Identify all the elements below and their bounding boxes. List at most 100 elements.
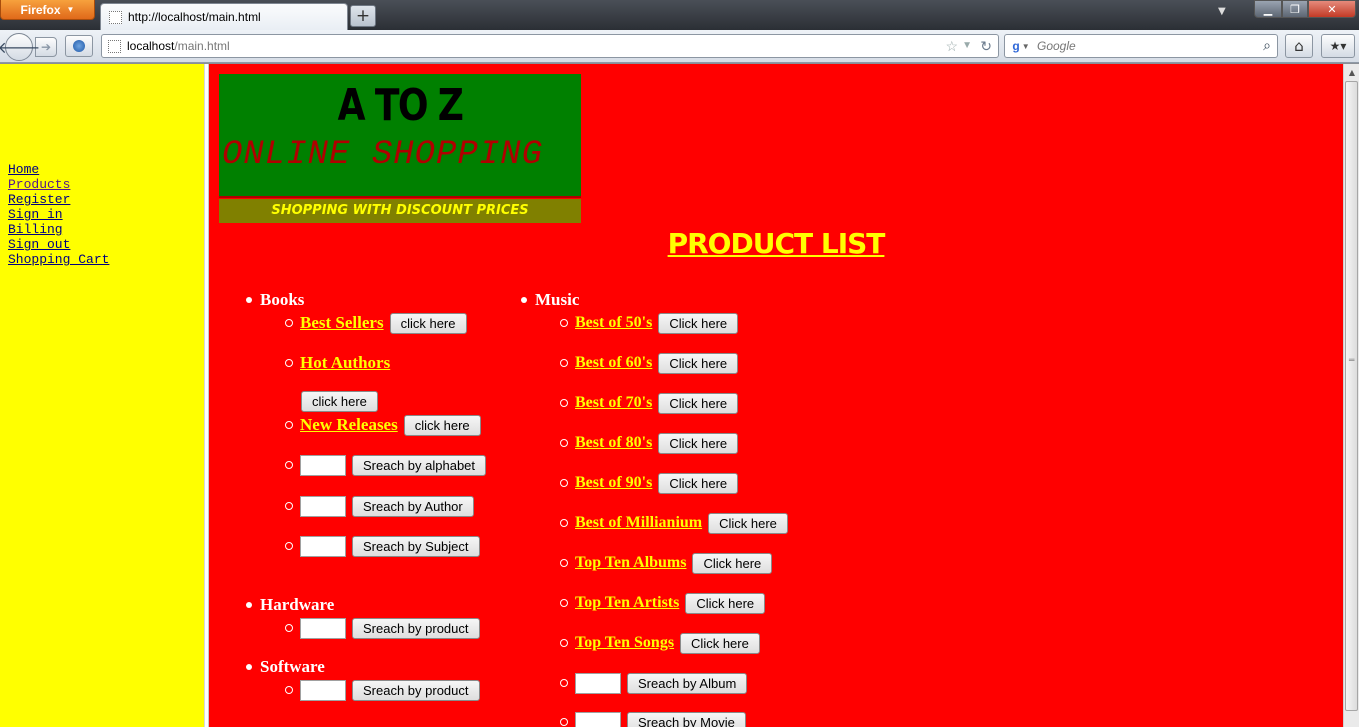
album-search-input[interactable] bbox=[575, 672, 621, 694]
back-button[interactable]: 🡐 bbox=[0, 33, 40, 61]
tab-title: http://localhost/main.html bbox=[128, 10, 261, 24]
list-item: click here bbox=[301, 390, 378, 412]
page-title: PRODUCT LIST bbox=[667, 227, 886, 260]
top-ten-artists-link[interactable]: Top Ten Artists bbox=[575, 594, 679, 612]
scrollbar-thumb[interactable]: ═ bbox=[1345, 81, 1358, 711]
globe-icon bbox=[73, 40, 85, 52]
best-of-70s-link[interactable]: Best of 70's bbox=[575, 394, 652, 412]
home-button[interactable]: ⌂ bbox=[1285, 34, 1313, 58]
sidebar-item-home[interactable]: Home bbox=[8, 162, 109, 177]
search-by-subject-button[interactable]: Sreach by Subject bbox=[352, 535, 480, 557]
sidebar-item-billing[interactable]: Billing bbox=[8, 222, 109, 237]
best-of-70s-button[interactable]: Click here bbox=[658, 392, 739, 414]
bookmarks-button[interactable]: ★▾ bbox=[1321, 34, 1355, 58]
star-icon[interactable]: ☆ bbox=[945, 38, 958, 55]
list-item: Top Ten Albums Click here bbox=[559, 552, 773, 574]
category-hardware: Hardware bbox=[245, 595, 335, 614]
software-search-input[interactable] bbox=[300, 679, 346, 701]
browser-tab[interactable]: http://localhost/main.html bbox=[100, 3, 348, 30]
best-of-60s-link[interactable]: Best of 60's bbox=[575, 354, 652, 372]
search-icon[interactable]: ⌕ bbox=[1263, 37, 1271, 54]
sidebar-frame: Home Products Register Sign in Billing S… bbox=[0, 64, 204, 727]
minimize-button[interactable]: ▁ bbox=[1254, 0, 1282, 18]
subject-search-input[interactable] bbox=[300, 535, 346, 557]
sidebar-item-sign-in[interactable]: Sign in bbox=[8, 207, 109, 222]
best-of-90s-button[interactable]: Click here bbox=[658, 472, 739, 494]
list-item: Sreach by Subject bbox=[285, 535, 480, 557]
best-of-60s-button[interactable]: Click here bbox=[658, 352, 739, 374]
url-bar[interactable]: localhost/main.html ☆ ▼ ↻ bbox=[101, 34, 999, 58]
list-item: Sreach by product bbox=[285, 617, 480, 639]
url-path: /main.html bbox=[174, 39, 230, 53]
best-of-millianium-link[interactable]: Best of Millianium bbox=[575, 514, 702, 532]
bookmarks-icon: ★▾ bbox=[1329, 39, 1347, 53]
hardware-search-input[interactable] bbox=[300, 617, 346, 639]
top-ten-albums-link[interactable]: Top Ten Albums bbox=[575, 554, 686, 572]
list-item: Sreach by product bbox=[285, 679, 480, 701]
scroll-up-icon[interactable]: ▲ bbox=[1344, 64, 1359, 81]
banner-title: A TO Z bbox=[337, 80, 464, 131]
best-of-80s-link[interactable]: Best of 80's bbox=[575, 434, 652, 452]
top-ten-songs-link[interactable]: Top Ten Songs bbox=[575, 634, 674, 652]
category-music: Music bbox=[520, 290, 580, 309]
chevron-down-icon: ▼ bbox=[66, 5, 75, 14]
list-all-tabs-icon[interactable]: ▼ bbox=[1218, 6, 1226, 17]
alphabet-search-input[interactable] bbox=[300, 454, 346, 476]
close-icon: ✕ bbox=[1327, 2, 1337, 16]
hot-authors-link[interactable]: Hot Authors bbox=[300, 353, 390, 373]
list-item: Best of 90's Click here bbox=[559, 472, 739, 494]
top-ten-songs-button[interactable]: Click here bbox=[680, 632, 760, 654]
top-ten-albums-button[interactable]: Click here bbox=[692, 552, 773, 574]
arrow-right-icon: ➔ bbox=[40, 40, 52, 54]
list-item: Best of 70's Click here bbox=[559, 392, 739, 414]
search-by-alphabet-button[interactable]: Sreach by alphabet bbox=[352, 454, 487, 476]
movie-search-input[interactable] bbox=[575, 711, 621, 727]
best-of-millianium-button[interactable]: Click here bbox=[708, 512, 788, 534]
list-item: Top Ten Artists Click here bbox=[559, 592, 766, 614]
page-viewport: Home Products Register Sign in Billing S… bbox=[0, 64, 1343, 727]
minimize-icon: ▁ bbox=[1263, 2, 1273, 16]
search-by-author-button[interactable]: Sreach by Author bbox=[352, 495, 474, 517]
main-frame: A TO Z ONLINE SHOPPING SHOPPING WITH DIS… bbox=[209, 64, 1343, 727]
plus-icon: + bbox=[355, 6, 371, 26]
back-forward-group: ➔ 🡐 bbox=[0, 33, 57, 61]
reload-icon[interactable]: ↻ bbox=[980, 38, 992, 55]
best-sellers-link[interactable]: Best Sellers bbox=[300, 313, 384, 333]
page-icon bbox=[109, 10, 122, 24]
hot-authors-button[interactable]: click here bbox=[301, 390, 378, 412]
best-sellers-button[interactable]: click here bbox=[389, 312, 467, 334]
best-of-80s-button[interactable]: Click here bbox=[658, 432, 739, 454]
sidebar-item-products[interactable]: Products bbox=[8, 177, 109, 192]
sidebar-item-register[interactable]: Register bbox=[8, 192, 109, 207]
grip-icon: ═ bbox=[1349, 356, 1355, 366]
best-of-90s-link[interactable]: Best of 90's bbox=[575, 474, 652, 492]
search-engine-button[interactable]: g ▼ bbox=[1005, 35, 1037, 57]
new-tab-button[interactable]: + bbox=[350, 5, 376, 27]
sidebar-item-shopping-cart[interactable]: Shopping Cart bbox=[8, 252, 109, 267]
list-item: Sreach by Album bbox=[559, 672, 748, 694]
new-releases-button[interactable]: click here bbox=[403, 414, 481, 436]
best-of-50s-link[interactable]: Best of 50's bbox=[575, 314, 652, 332]
vertical-scrollbar[interactable]: ▲ ═ bbox=[1343, 64, 1359, 727]
chevron-down-icon[interactable]: ▼ bbox=[962, 40, 972, 51]
software-search-button[interactable]: Sreach by product bbox=[352, 679, 480, 701]
restore-button[interactable]: ❐ bbox=[1282, 0, 1308, 18]
page-icon bbox=[108, 39, 121, 53]
chevron-down-icon: ▼ bbox=[1021, 41, 1030, 51]
top-ten-artists-button[interactable]: Click here bbox=[685, 592, 766, 614]
url-host: localhost bbox=[127, 39, 175, 53]
site-identity-button[interactable] bbox=[65, 35, 93, 57]
hardware-search-button[interactable]: Sreach by product bbox=[352, 617, 480, 639]
list-item: Sreach by Author bbox=[285, 495, 474, 517]
new-releases-link[interactable]: New Releases bbox=[300, 415, 398, 435]
search-by-movie-button[interactable]: Sreach by Movie bbox=[627, 711, 746, 727]
list-item: Best Sellers click here bbox=[285, 312, 467, 334]
sidebar-item-sign-out[interactable]: Sign out bbox=[8, 237, 109, 252]
best-of-50s-button[interactable]: Click here bbox=[658, 312, 739, 334]
list-item: Best of 80's Click here bbox=[559, 432, 739, 454]
close-button[interactable]: ✕ bbox=[1308, 0, 1356, 18]
search-bar[interactable]: g ▼ Google ⌕ bbox=[1004, 34, 1278, 58]
author-search-input[interactable] bbox=[300, 495, 346, 517]
search-by-album-button[interactable]: Sreach by Album bbox=[627, 672, 748, 694]
firefox-menu-button[interactable]: Firefox ▼ bbox=[0, 0, 95, 20]
